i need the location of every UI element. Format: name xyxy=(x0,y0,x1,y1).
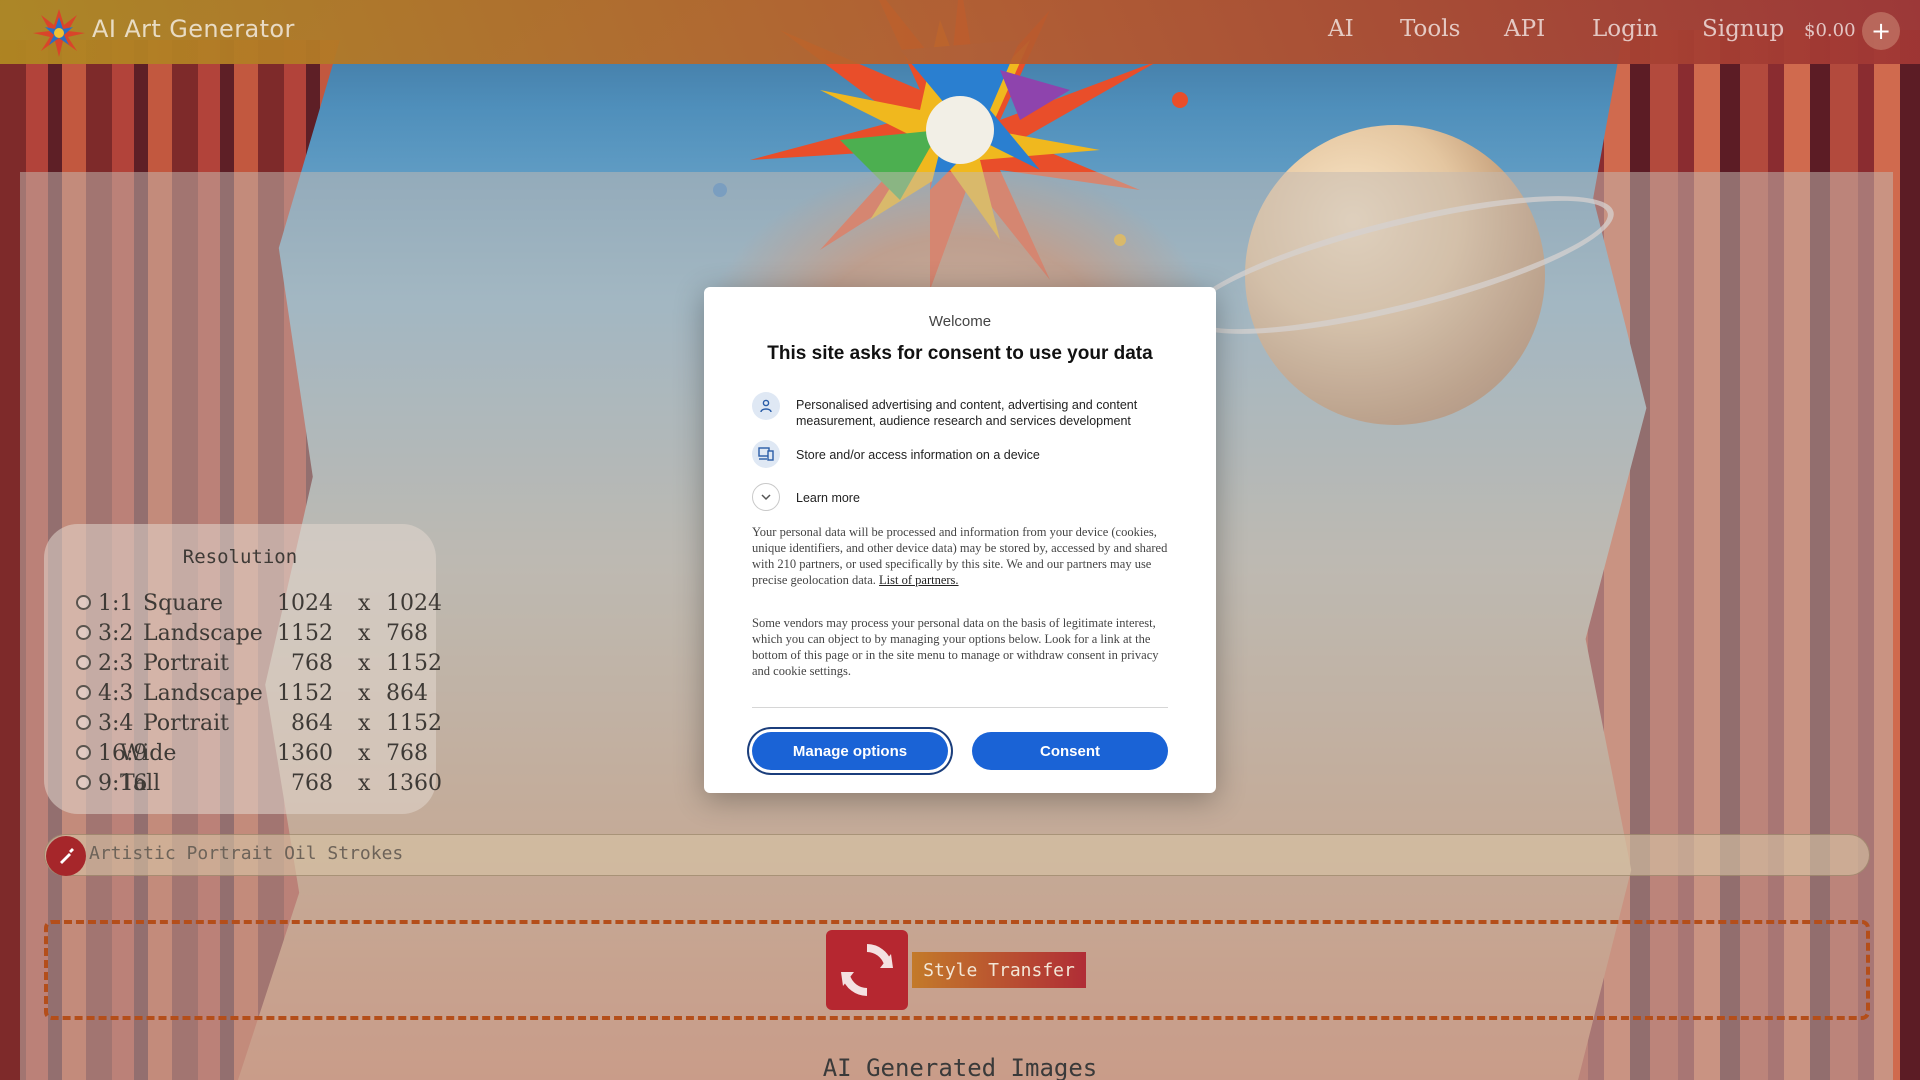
consent-title: This site asks for consent to use your d… xyxy=(767,343,1153,364)
consent-paragraph-1: Your personal data will be processed and… xyxy=(752,524,1172,588)
consent-welcome: Welcome xyxy=(928,313,992,330)
learn-more-label[interactable]: Learn more xyxy=(796,490,860,506)
devices-icon-glyph xyxy=(758,447,774,461)
person-icon-glyph xyxy=(760,399,772,413)
manage-options-button[interactable]: Manage options xyxy=(752,732,948,770)
consent-button[interactable]: Consent xyxy=(972,732,1168,770)
learn-more-toggle[interactable]: Learn more xyxy=(752,483,1172,513)
partners-link[interactable]: List of partners. xyxy=(879,573,959,587)
chevron-down-icon[interactable] xyxy=(752,483,780,511)
consent-dialog: Welcome This site asks for consent to us… xyxy=(704,287,1216,793)
consent-purpose: Personalised advertising and content, ad… xyxy=(752,392,1172,432)
purpose-text: Personalised advertising and content, ad… xyxy=(796,398,1138,428)
consent-purpose: Store and/or access information on a dev… xyxy=(752,440,1172,470)
consent-paragraph-2: Some vendors may process your personal d… xyxy=(752,616,1159,678)
chevron-glyph xyxy=(761,494,771,501)
person-icon xyxy=(752,392,780,420)
dialog-divider xyxy=(752,707,1168,708)
purpose-text: Store and/or access information on a dev… xyxy=(796,448,1040,462)
devices-icon xyxy=(752,440,780,468)
consent-paragraph-1-text: Your personal data will be processed and… xyxy=(752,525,1168,587)
